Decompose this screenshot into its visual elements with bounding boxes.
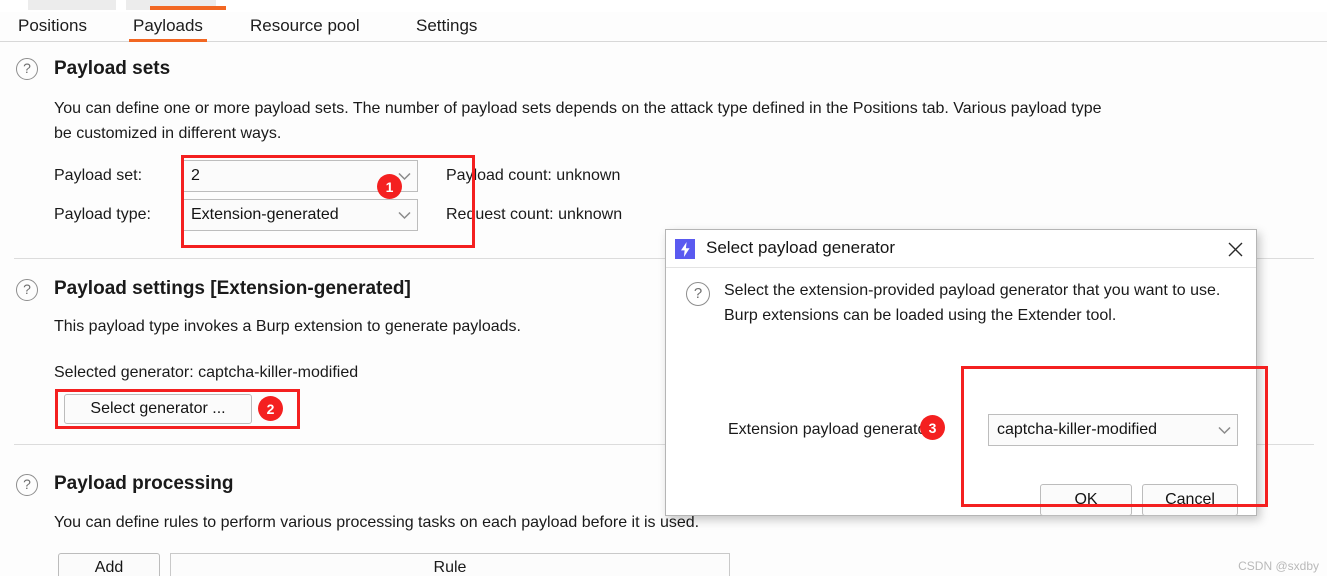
payload-processing-title: Payload processing xyxy=(54,473,234,494)
payload-type-label: Payload type: xyxy=(54,206,151,223)
request-count-text: Request count: unknown xyxy=(446,206,623,223)
payload-settings-title: Payload settings [Extension-generated] xyxy=(54,278,411,299)
upper-tab-pill-left[interactable] xyxy=(28,0,116,10)
tab-settings[interactable]: Settings xyxy=(412,12,481,42)
tab-payloads[interactable]: Payloads xyxy=(129,12,207,42)
dialog-cancel-button[interactable]: Cancel xyxy=(1142,484,1238,516)
extension-payload-generator-value: captcha-killer-modified xyxy=(997,421,1158,438)
extension-payload-generator-label: Extension payload generator: xyxy=(728,421,937,438)
select-generator-button[interactable]: Select generator ... xyxy=(64,394,252,424)
add-rule-button[interactable]: Add xyxy=(58,553,160,576)
app-window: Positions Payloads Resource pool Setting… xyxy=(0,0,1327,576)
burp-lightning-icon xyxy=(675,239,695,259)
annotation-badge-2: 2 xyxy=(258,396,283,421)
rule-column-header: Rule xyxy=(170,553,730,576)
payload-settings-help-icon[interactable]: ? xyxy=(16,279,38,301)
tab-bar: Positions Payloads Resource pool Setting… xyxy=(0,12,1327,42)
upper-tab-active-underline xyxy=(150,6,226,10)
dialog-titlebar: Select payload generator xyxy=(666,230,1256,268)
annotation-badge-1: 1 xyxy=(377,174,402,199)
watermark: CSDN @sxdby xyxy=(1238,559,1319,573)
payload-set-label: Payload set: xyxy=(54,167,143,184)
payload-set-dropdown-value: 2 xyxy=(191,167,200,184)
dialog-ok-button[interactable]: OK xyxy=(1040,484,1132,516)
payload-sets-help-icon[interactable]: ? xyxy=(16,58,38,80)
payload-sets-description-line1: You can define one or more payload sets.… xyxy=(54,100,1102,117)
payload-count-text: Payload count: unknown xyxy=(446,167,621,184)
payload-sets-title: Payload sets xyxy=(54,58,171,79)
payload-processing-help-icon[interactable]: ? xyxy=(16,474,38,496)
select-payload-generator-dialog: Select payload generator ? Select the ex… xyxy=(665,229,1257,516)
close-icon[interactable] xyxy=(1222,236,1248,262)
tab-positions[interactable]: Positions xyxy=(14,12,91,42)
dialog-description: Select the extension-provided payload ge… xyxy=(724,282,1221,324)
upper-tab-strip xyxy=(0,0,1327,12)
extension-payload-generator-dropdown[interactable]: captcha-killer-modified xyxy=(988,414,1238,446)
dialog-help-icon[interactable]: ? xyxy=(686,282,710,306)
payload-sets-description-line2: be customized in different ways. xyxy=(54,125,282,142)
chevron-down-icon xyxy=(391,211,417,220)
tab-resource-pool[interactable]: Resource pool xyxy=(246,12,364,42)
dialog-title: Select payload generator xyxy=(706,238,896,257)
payload-type-dropdown[interactable]: Extension-generated xyxy=(182,199,418,231)
annotation-badge-3: 3 xyxy=(920,415,945,440)
chevron-down-icon xyxy=(1211,426,1237,435)
payload-type-dropdown-value: Extension-generated xyxy=(191,206,339,223)
